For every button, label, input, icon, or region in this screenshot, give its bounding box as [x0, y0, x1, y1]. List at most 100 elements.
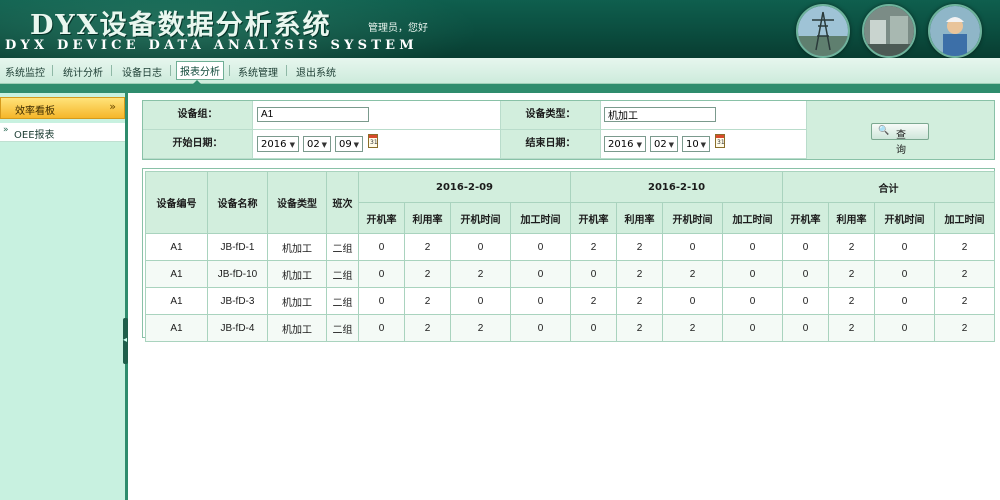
- table-cell: 0: [874, 260, 936, 288]
- table-cell: 2: [616, 260, 664, 288]
- table-cell: 0: [358, 260, 405, 288]
- end-month-select[interactable]: 02 ▼: [650, 136, 678, 152]
- table-cell: 0: [874, 314, 936, 342]
- nav-item-statistics[interactable]: 统计分析: [63, 64, 103, 79]
- col-header-uptime-rate: 开机率: [358, 202, 405, 234]
- nav-item-system-management[interactable]: 系统管理: [238, 64, 278, 79]
- nav-item-report-analysis[interactable]: 报表分析: [176, 61, 224, 80]
- table-cell: 0: [358, 233, 405, 261]
- table-cell: 2: [404, 260, 451, 288]
- start-year-select[interactable]: 2016 ▼: [257, 136, 299, 152]
- group-header-total: 合计: [782, 171, 996, 203]
- col-header-uptime: 开机时间: [874, 202, 936, 234]
- start-date-cell: 2016 ▼ 02 ▼ 09 ▼ 31: [253, 130, 501, 159]
- calendar-icon[interactable]: 31: [368, 134, 378, 148]
- col-header-shift: 班次: [326, 171, 359, 234]
- nav-divider: [229, 65, 230, 76]
- table-cell: 0: [782, 287, 830, 315]
- table-cell: 2: [450, 260, 511, 288]
- table-header: 设备编号 设备名称 设备类型 班次 2016-2-09 2016-2-10 合计…: [145, 171, 996, 234]
- dropdown-arrow-icon: ▼: [700, 141, 706, 149]
- group-header-date-1: 2016-2-09: [357, 171, 572, 203]
- sidebar-header-label: 效率看板: [15, 106, 55, 117]
- col-header-uptime-rate: 开机率: [782, 202, 830, 234]
- start-date-label: 开始日期：: [143, 130, 253, 159]
- table-cell: 0: [509, 287, 572, 315]
- end-year-select[interactable]: 2016 ▼: [604, 136, 646, 152]
- dropdown-arrow-icon: ▼: [668, 141, 674, 149]
- table-cell: JB-fD-10: [207, 260, 268, 288]
- table-cell: 2: [828, 287, 876, 315]
- table-cell: 2: [616, 314, 664, 342]
- table-cell: 0: [450, 287, 511, 315]
- table-cell: 2: [828, 260, 876, 288]
- table-cell: 2: [616, 287, 664, 315]
- col-header-utilization-rate: 利用率: [616, 202, 664, 234]
- nav-item-device-log[interactable]: 设备日志: [122, 64, 162, 79]
- col-header-device-id: 设备编号: [145, 171, 208, 234]
- nav-divider: [170, 65, 171, 76]
- start-day-select[interactable]: 09 ▼: [335, 136, 363, 152]
- col-header-utilization-rate: 利用率: [404, 202, 451, 234]
- app-title: DYX设备数据分析系统: [30, 10, 332, 41]
- start-month-select[interactable]: 02 ▼: [303, 136, 331, 152]
- end-date-cell: 2016 ▼ 02 ▼ 10 ▼ 31: [601, 130, 807, 159]
- table-cell: 0: [782, 233, 830, 261]
- table-cell: 机加工: [267, 233, 327, 261]
- table-cell: 0: [782, 260, 830, 288]
- table-cell: 二组: [326, 314, 359, 342]
- sidebar-header[interactable]: 效率看板 »: [0, 97, 125, 119]
- app-header: DYX设备数据分析系统 DYX DEVICE DATA ANALYSIS SYS…: [0, 0, 1000, 58]
- end-day-value: 10: [686, 139, 699, 150]
- table-cell: 2: [404, 233, 451, 261]
- table-cell: 机加工: [267, 314, 327, 342]
- nav-item-system-monitor[interactable]: 系统监控: [5, 64, 45, 79]
- sidebar-item-oee-report[interactable]: » OEE报表: [0, 123, 125, 142]
- filter-form: 设备组： 设备类型： 开始日期： 2016▼ 02▼ 09▼ 31 结束日期： …: [142, 100, 995, 160]
- device-group-cell: [253, 101, 501, 130]
- worker-photo: [928, 4, 982, 58]
- table-cell: 0: [450, 233, 511, 261]
- table-cell: 0: [570, 260, 618, 288]
- table-cell: 2: [828, 314, 876, 342]
- table-cell: 0: [874, 233, 936, 261]
- query-button-label: 查 询: [896, 130, 909, 156]
- table-cell: 2: [934, 260, 996, 288]
- table-body: A1 JB-fD-1 机加工 二组 0200 2200 0202 A1 JB-fD-10…: [145, 233, 996, 342]
- double-chevron-right-icon: »: [3, 125, 9, 135]
- table-cell: 2: [662, 260, 724, 288]
- table-cell: 二组: [326, 233, 359, 261]
- start-month-value: 02: [307, 139, 320, 150]
- user-greeting: 管理员，您好: [368, 23, 428, 34]
- col-header-device-name: 设备名称: [207, 171, 268, 234]
- col-header-device-type: 设备类型: [267, 171, 327, 234]
- col-header-uptime: 开机时间: [450, 202, 511, 234]
- device-type-input[interactable]: [604, 107, 716, 122]
- nav-subbar: [0, 84, 1000, 93]
- table-cell: 0: [722, 287, 784, 315]
- table-cell: 二组: [326, 260, 359, 288]
- app-subtitle: DYX DEVICE DATA ANALYSIS SYSTEM: [5, 38, 418, 53]
- start-year-value: 2016: [261, 139, 287, 150]
- machine-room-photo: [862, 4, 916, 58]
- table-cell: 2: [828, 233, 876, 261]
- table-cell: 2: [616, 233, 664, 261]
- end-day-select[interactable]: 10 ▼: [682, 136, 710, 152]
- collapse-sidebar-handle[interactable]: ◂: [123, 318, 128, 364]
- dropdown-arrow-icon: ▼: [636, 141, 642, 149]
- table-cell: 二组: [326, 287, 359, 315]
- dropdown-arrow-icon: ▼: [321, 141, 327, 149]
- query-button[interactable]: 🔍 查 询: [871, 123, 929, 156]
- sidebar-splitter[interactable]: [125, 93, 128, 500]
- calendar-icon[interactable]: 31: [715, 134, 725, 148]
- table-cell: A1: [145, 314, 208, 342]
- col-header-processing-time: 加工时间: [934, 202, 996, 234]
- double-chevron-right-icon[interactable]: »: [109, 100, 116, 113]
- device-group-input[interactable]: [257, 107, 369, 122]
- col-header-uptime: 开机时间: [662, 202, 724, 234]
- sidebar-item-label: OEE报表: [14, 130, 55, 141]
- start-day-value: 09: [339, 139, 352, 150]
- table-cell: 0: [358, 314, 405, 342]
- table-cell: 2: [934, 233, 996, 261]
- nav-item-logout[interactable]: 退出系统: [296, 64, 336, 79]
